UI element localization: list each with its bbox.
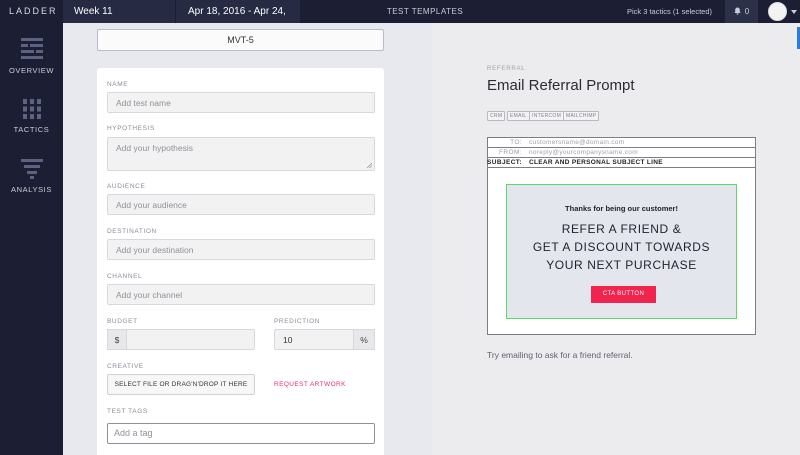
analysis-filter-icon [20,159,43,179]
budget-currency-prefix: $ [107,329,127,350]
test-name-input[interactable]: Add test name [107,92,375,113]
prediction-label: PREDICTION [274,318,321,325]
email-from-row: FROM: noreply@yourcompanysname.com [488,148,755,158]
email-to-row: TO: customersname@domain.com [488,138,755,148]
email-from-label: FROM: [499,149,522,156]
email-preview: TO: customersname@domain.com FROM: norep… [487,137,756,335]
budget-input[interactable] [126,329,255,350]
prediction-percent-suffix: % [353,329,375,350]
prediction-input[interactable]: 10 [274,329,354,350]
sidebar-item-label: ANALYSIS [11,185,52,194]
email-headline-line-3: YOUR NEXT PURCHASE [546,258,697,272]
ladder-logo[interactable]: LADDER [0,0,63,23]
sidebar-item-overview[interactable]: OVERVIEW [0,38,63,75]
hypothesis-placeholder: Add your hypothesis [116,143,194,153]
creative-label: CREATIVE [107,363,144,370]
page-title: TEST TEMPLATES [386,7,464,16]
sidebar-item-label: TACTICS [13,125,50,134]
pick-status: Pick 3 tactics (1 selected) [626,7,712,16]
sidebar-item-analysis[interactable]: ANALYSIS [0,159,63,194]
top-bar: LADDER Week 11 Apr 18, 2016 - Apr 24, 20… [0,0,800,40]
email-from-value: noreply@yourcompanysname.com [529,149,638,156]
template-category: REFERRAL [487,66,526,72]
template-description: Try emailing to ask for a friend referra… [487,350,633,360]
email-subject-row: SUBJECT: CLEAR AND PERSONAL SUBJECT LINE [487,158,755,168]
channel-label: CHANNEL [107,273,143,280]
hypothesis-label: HYPOTHESIS [107,125,155,132]
test-tags-label: TEST TAGS [107,408,148,415]
email-to-label: TO: [510,139,522,146]
audience-label: AUDIENCE [107,183,146,190]
destination-label: DESTINATION [107,228,157,235]
email-headline-line-2: GET A DISCOUNT TOWARDS [532,240,711,254]
test-form-column: MVT-5 NAME Add test name HYPOTHESIS Add … [63,23,432,455]
overview-icon [20,38,43,59]
avatar[interactable] [768,2,787,21]
sidebar-item-tactics[interactable]: TACTICS [0,99,63,134]
email-body-cta-block: Thanks for being our customer! REFER A F… [506,184,737,319]
notifications-button[interactable]: 0 [725,0,758,23]
request-artwork-link[interactable]: REQUEST ARTWORK [274,381,346,388]
email-thanks-text: Thanks for being our customer! [565,204,678,213]
tag-chip-crm: CRM [487,111,506,121]
tactics-grid-icon [22,99,41,119]
email-subject-value: CLEAR AND PERSONAL SUBJECT LINE [529,159,663,166]
budget-label: BUDGET [107,318,138,325]
hypothesis-textarea[interactable]: Add your hypothesis [107,137,375,171]
week-selector[interactable]: Week 11 [63,0,175,23]
tag-chip-intercom: INTERCOM [529,111,565,121]
left-sidebar: OVERVIEW TACTICS ANALYSIS [0,23,63,455]
file-upload-button[interactable]: SELECT FILE OR DRAG'N'DROP IT HERE [107,374,255,395]
channel-input[interactable]: Add your channel [107,284,375,305]
template-preview-pane: REFERRAL Email Referral Prompt CRM EMAIL… [432,23,800,455]
email-subject-label: SUBJECT: [487,159,522,166]
tag-chip-mailchimp: MAILCHIMP [563,111,600,121]
email-to-value: customersname@domain.com [529,139,625,146]
tag-input[interactable]: Add a tag [107,423,375,444]
tag-chip-email: EMAIL [507,111,530,121]
audience-input[interactable]: Add your audience [107,194,375,215]
destination-input[interactable]: Add your destination [107,239,375,260]
caret-down-icon[interactable] [791,10,797,14]
template-title: Email Referral Prompt [487,77,635,94]
test-form-card: NAME Add test name HYPOTHESIS Add your h… [97,68,384,455]
sidebar-item-label: OVERVIEW [8,66,55,75]
notification-count: 0 [744,7,750,16]
cta-button[interactable]: CTA BUTTON [591,286,656,303]
user-menu[interactable] [760,0,800,23]
name-label: NAME [107,81,129,88]
date-range[interactable]: Apr 18, 2016 - Apr 24, 2016 [175,0,300,40]
variant-selector-button[interactable]: MVT-5 [97,29,384,51]
resize-handle-icon[interactable] [366,162,372,168]
bell-icon [734,7,741,15]
email-headline-line-1: REFER A FRIEND & [561,222,682,236]
